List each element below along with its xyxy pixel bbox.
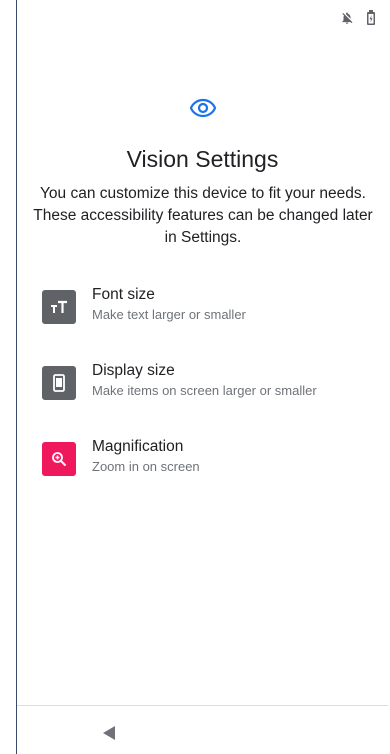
font-size-option[interactable]: Font size Make text larger or smaller xyxy=(42,286,382,330)
magnification-icon xyxy=(42,442,76,476)
status-bar xyxy=(340,10,376,25)
page-title: Vision Settings xyxy=(126,146,279,172)
feature-subtitle: Zoom in on screen xyxy=(92,459,200,474)
feature-subtitle: Make items on screen larger or smaller xyxy=(92,383,317,398)
display-size-option[interactable]: Display size Make items on screen larger… xyxy=(42,362,382,406)
nav-divider xyxy=(17,705,388,706)
page-description: You can customize this device to fit you… xyxy=(33,185,373,246)
feature-subtitle: Make text larger or smaller xyxy=(92,307,246,322)
feature-title: Magnification xyxy=(92,438,184,455)
feature-title: Font size xyxy=(92,286,155,303)
font-size-icon xyxy=(42,290,76,324)
notifications-off-icon xyxy=(340,11,354,25)
battery-icon xyxy=(366,10,376,25)
eye-icon xyxy=(189,98,216,123)
display-size-icon xyxy=(42,366,76,400)
magnification-option[interactable]: Magnification Zoom in on screen xyxy=(42,438,382,482)
back-triangle-icon[interactable] xyxy=(97,721,121,745)
screen: Vision Settings You can customize this d… xyxy=(16,0,388,754)
feature-title: Display size xyxy=(92,362,175,379)
